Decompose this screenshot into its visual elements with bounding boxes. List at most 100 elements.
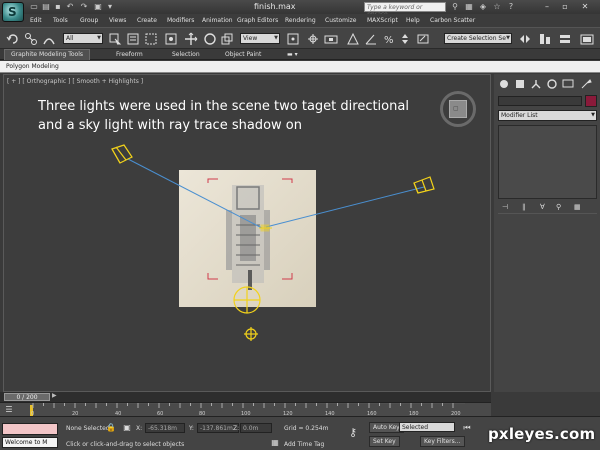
key-mode-dropdown[interactable]: Selected — [399, 422, 455, 432]
help-icon[interactable]: ? — [507, 3, 515, 11]
snaps-toggle-icon[interactable] — [346, 32, 360, 46]
spinner-snap-icon[interactable] — [398, 32, 412, 46]
motion-tab-icon[interactable] — [546, 78, 558, 90]
app-menu-button[interactable]: S — [2, 2, 24, 22]
search-icon[interactable]: ⚲ — [451, 3, 459, 11]
tab-selection[interactable]: Selection — [172, 51, 200, 58]
go-to-start-icon[interactable]: ⏮ — [462, 423, 472, 433]
tab-object-paint[interactable]: Object Paint — [225, 51, 261, 58]
maximize-button[interactable]: ▫ — [558, 1, 572, 12]
bind-to-space-warp-icon[interactable] — [42, 32, 56, 46]
rectangular-selection-icon[interactable] — [144, 32, 158, 46]
next-frame-arrow-icon[interactable]: ▶ — [52, 392, 57, 399]
select-and-link-icon[interactable] — [24, 32, 38, 46]
menu-graph-editors[interactable]: Graph Editors — [237, 17, 278, 24]
keyboard-shortcut-override-icon[interactable] — [324, 32, 338, 46]
menu-create[interactable]: Create — [137, 17, 157, 24]
directional-light-right-icon[interactable] — [413, 176, 435, 194]
modify-tab-icon[interactable] — [514, 78, 526, 90]
layer-manager-icon[interactable] — [558, 32, 572, 46]
menu-rendering[interactable]: Rendering — [285, 17, 316, 24]
window-crossing-icon[interactable] — [164, 32, 178, 46]
show-end-result-icon[interactable]: ∥ — [522, 203, 526, 211]
time-slider[interactable]: 0 / 200 ▶ — [0, 392, 491, 402]
select-object-icon[interactable] — [108, 32, 122, 46]
menu-animation[interactable]: Animation — [202, 17, 233, 24]
directional-light-left-icon[interactable] — [111, 144, 133, 164]
make-unique-icon[interactable]: ∀ — [540, 203, 545, 211]
angle-snap-icon[interactable] — [364, 32, 378, 46]
open-file-icon[interactable]: ▤ — [42, 3, 50, 11]
reference-coordinate-dropdown[interactable]: View ▼ — [240, 33, 280, 44]
redo-icon[interactable]: ↷ — [80, 3, 88, 11]
save-file-icon[interactable]: ▪ — [54, 3, 62, 11]
add-time-tag-button[interactable]: Add Time Tag — [284, 441, 324, 448]
select-by-name-icon[interactable] — [126, 32, 140, 46]
object-name-field[interactable] — [498, 96, 582, 106]
align-icon[interactable] — [538, 32, 552, 46]
menu-customize[interactable]: Customize — [325, 17, 357, 24]
select-and-move-icon[interactable] — [184, 32, 198, 46]
menu-views[interactable]: Views — [109, 17, 126, 24]
open-mini-curve-editor-icon[interactable]: ☰ — [4, 405, 14, 415]
menu-help[interactable]: Help — [406, 17, 420, 24]
track-bar[interactable]: ☰ 0 20 40 60 80 100 120 140 160 180 200 — [0, 402, 491, 417]
new-file-icon[interactable]: ▭ — [30, 3, 38, 11]
skylight-target-icon[interactable] — [244, 327, 258, 341]
utilities-tab-icon[interactable] — [580, 78, 592, 90]
skylight-icon[interactable] — [233, 286, 261, 314]
communication-center-icon[interactable]: ◈ — [479, 3, 487, 11]
object-color-swatch[interactable] — [585, 95, 597, 107]
ribbon-options-icon[interactable]: ▬ ▾ — [287, 51, 298, 58]
tab-freeform[interactable]: Freeform — [116, 51, 143, 58]
mirror-icon[interactable] — [518, 32, 532, 46]
graphite-toggle-icon[interactable] — [580, 32, 594, 46]
selection-lock-icon[interactable]: 🔒 — [106, 423, 116, 433]
z-coordinate-field[interactable]: 0.0m — [240, 423, 272, 433]
menu-modifiers[interactable]: Modifiers — [167, 17, 194, 24]
polygon-modeling-panel[interactable]: Polygon Modeling — [6, 63, 59, 70]
menu-tools[interactable]: Tools — [53, 17, 68, 24]
set-key-button[interactable]: Set Key — [369, 436, 400, 447]
menu-maxscript[interactable]: MAXScript — [367, 17, 398, 24]
modifier-list-dropdown[interactable]: Modifier List ▼ — [498, 110, 597, 121]
percent-snap-icon[interactable]: % — [382, 32, 396, 46]
select-and-manipulate-icon[interactable] — [306, 32, 320, 46]
configure-modifier-sets-icon[interactable]: ▦ — [574, 203, 581, 211]
pin-stack-icon[interactable]: ⊣ — [502, 203, 508, 211]
modifier-stack[interactable] — [498, 125, 597, 199]
create-tab-icon[interactable] — [498, 78, 510, 90]
absolute-mode-icon[interactable]: ▣ — [122, 423, 132, 433]
search-input[interactable]: Type a keyword or phrase — [364, 2, 446, 18]
close-button[interactable]: ✕ — [578, 1, 592, 12]
svg-text:%: % — [384, 35, 394, 46]
key-filters-button[interactable]: Key Filters... — [420, 436, 465, 447]
robot-model-object[interactable] — [226, 185, 270, 290]
quick-access-dropdown-icon[interactable]: ▾ — [106, 3, 114, 11]
set-key-key-icon[interactable]: ⚷ — [348, 427, 358, 438]
select-and-rotate-icon[interactable] — [203, 32, 217, 46]
maxscript-listener-output[interactable]: Welcome to M — [2, 437, 58, 448]
undo-icon[interactable]: ↶ — [66, 3, 74, 11]
menu-group[interactable]: Group — [80, 17, 98, 24]
subscription-icon[interactable]: ▦ — [465, 3, 473, 11]
remove-modifier-icon[interactable]: ⚲ — [556, 203, 561, 211]
select-and-scale-icon[interactable] — [220, 32, 234, 46]
edit-named-selection-icon[interactable] — [416, 32, 430, 46]
named-selection-set-input[interactable]: Create Selection Se ▼ — [444, 33, 512, 44]
hierarchy-tab-icon[interactable] — [530, 78, 542, 90]
minimize-button[interactable]: – — [540, 1, 554, 12]
menu-carbon-scatter[interactable]: Carbon Scatter — [430, 17, 475, 24]
x-coordinate-field[interactable]: -65.318m — [145, 423, 185, 433]
maxscript-mini-listener[interactable] — [2, 423, 58, 435]
selection-filter-dropdown[interactable]: All ▼ — [63, 33, 103, 44]
pivot-center-icon[interactable] — [286, 32, 300, 46]
undo-scene-icon[interactable] — [6, 32, 20, 46]
tab-graphite-modeling-tools[interactable]: Graphite Modeling Tools — [4, 49, 91, 60]
menu-edit[interactable]: Edit — [30, 17, 42, 24]
display-tab-icon[interactable] — [562, 78, 574, 90]
time-slider-thumb[interactable]: 0 / 200 — [4, 393, 50, 401]
project-folder-icon[interactable]: ▣ — [94, 3, 102, 11]
favorites-star-icon[interactable]: ☆ — [493, 3, 501, 11]
viewport-orthographic[interactable]: [ + ] [ Orthographic ] [ Smooth + Highli… — [3, 74, 491, 392]
